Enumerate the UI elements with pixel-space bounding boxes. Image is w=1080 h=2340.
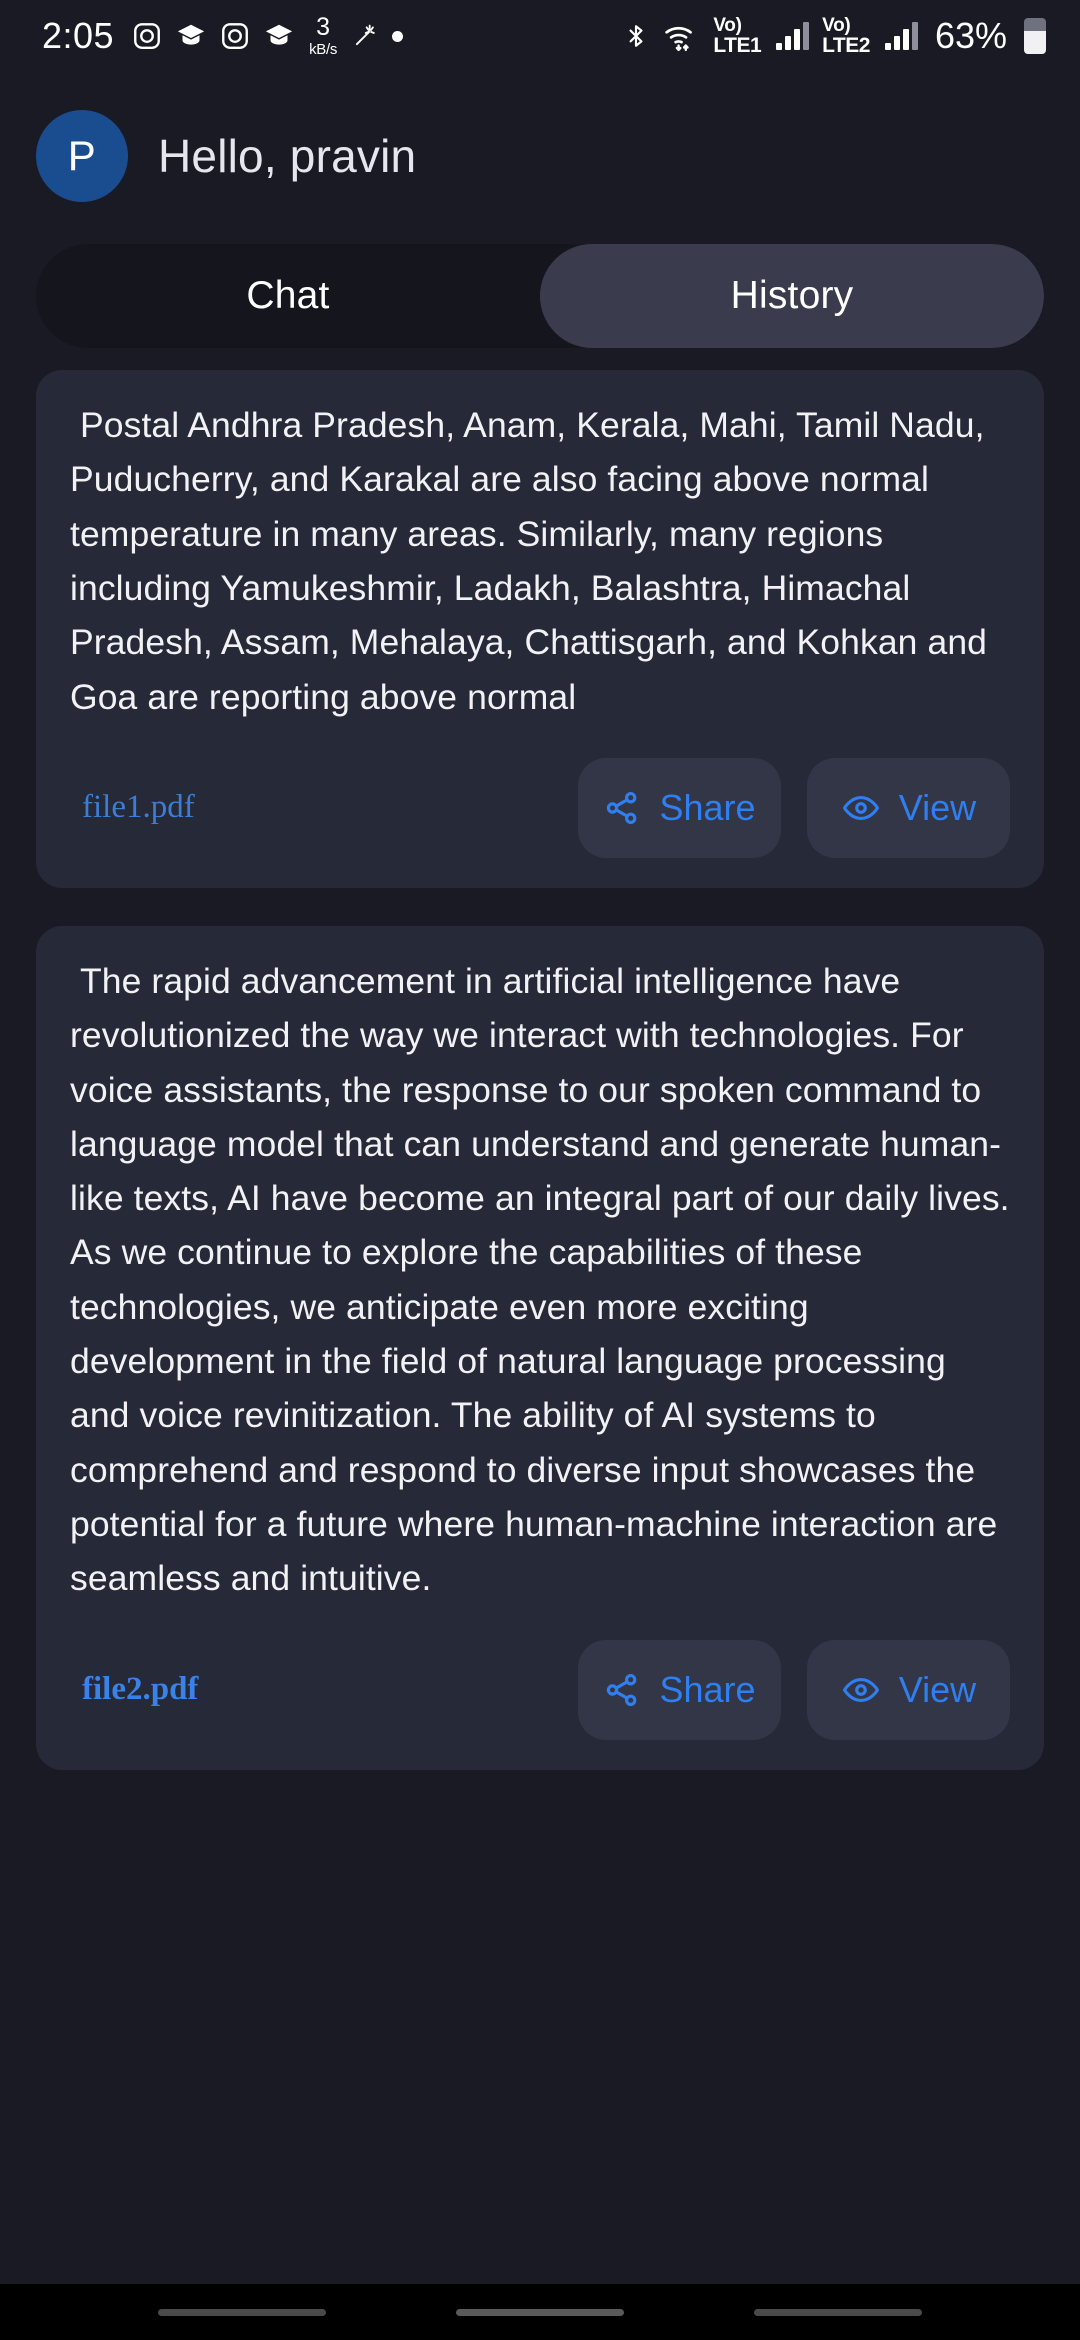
avatar-initial: P (67, 132, 97, 179)
sparkle-icon (351, 21, 379, 51)
graduation-cap-icon (175, 21, 207, 51)
network-speed-unit: kB/s (309, 41, 338, 58)
eye-icon (841, 1671, 881, 1709)
network-speed-indicator: 3 kB/s (309, 13, 338, 58)
card-body-text: The rapid advancement in artificial inte… (70, 960, 1018, 1599)
network-speed-value: 3 (316, 13, 331, 41)
file-name-label: file1.pdf (82, 789, 195, 826)
share-button-label: Share (659, 1668, 756, 1710)
sim2-signal-bars-icon (884, 22, 918, 50)
nav-recents-gesture-handle[interactable] (754, 2308, 922, 2316)
share-button[interactable]: Share (578, 757, 781, 858)
card-actions: file2.pdf Share View (70, 1639, 1010, 1740)
view-button[interactable]: View (807, 757, 1010, 858)
instagram-icon (132, 21, 162, 51)
system-navigation-bar (0, 2284, 1080, 2340)
instagram-icon (220, 21, 250, 51)
status-bar-left: 2:05 3 kB/s (42, 13, 404, 58)
view-button-label: View (898, 1668, 977, 1710)
tab-chat-label: Chat (246, 274, 330, 317)
tab-history[interactable]: History (540, 244, 1044, 348)
share-button-label: Share (659, 786, 756, 828)
avatar[interactable]: P (36, 110, 128, 202)
status-clock: 2:05 (42, 15, 115, 56)
app-screen: 2:05 3 kB/s Vo) LTE1 Vo) LTE2 63% P Hell… (0, 0, 1080, 2340)
view-button-label: View (898, 786, 977, 828)
eye-icon (841, 789, 881, 827)
graduation-cap-icon (263, 21, 295, 51)
nav-home-gesture-handle[interactable] (456, 2308, 624, 2316)
card-body-text: Postal Andhra Pradesh, Anam, Kerala, Mah… (70, 405, 997, 717)
battery-percent-label: 63% (934, 15, 1007, 56)
view-button[interactable]: View (807, 1639, 1010, 1740)
greeting-header: P Hello, pravin (0, 72, 1080, 202)
file-name-label: file2.pdf (82, 1671, 199, 1708)
battery-icon (1024, 18, 1046, 54)
sim1-vo-text: Vo) (713, 15, 742, 36)
sim2-volte-label: Vo) LTE2 (822, 16, 870, 56)
sim2-vo-text: Vo) (822, 15, 851, 36)
nav-back-gesture-handle[interactable] (158, 2308, 326, 2316)
sim2-lte-text: LTE2 (822, 34, 870, 57)
sim1-lte-text: LTE1 (713, 34, 762, 57)
list-item[interactable]: Postal Andhra Pradesh, Anam, Kerala, Mah… (36, 370, 1044, 888)
bluetooth-icon (623, 20, 649, 52)
status-bar-right: Vo) LTE1 Vo) LTE2 63% (623, 15, 1046, 57)
dot-icon (392, 30, 404, 42)
share-icon (603, 789, 641, 827)
sim1-volte-label: Vo) LTE1 (713, 16, 761, 56)
card-actions: file1.pdf Share View (70, 757, 1010, 858)
sim1-signal-bars-icon (776, 22, 810, 50)
list-item[interactable]: The rapid advancement in artificial inte… (36, 925, 1044, 1770)
history-list[interactable]: Postal Andhra Pradesh, Anam, Kerala, Mah… (0, 348, 1080, 2284)
page-title: Hello, pravin (158, 130, 417, 182)
share-icon (603, 1671, 641, 1709)
wifi-icon (662, 20, 700, 52)
status-bar: 2:05 3 kB/s Vo) LTE1 Vo) LTE2 63% (0, 0, 1080, 72)
share-button[interactable]: Share (578, 1639, 781, 1740)
tab-history-label: History (730, 274, 854, 317)
tab-bar: Chat History (36, 244, 1044, 348)
tab-chat[interactable]: Chat (36, 244, 540, 348)
